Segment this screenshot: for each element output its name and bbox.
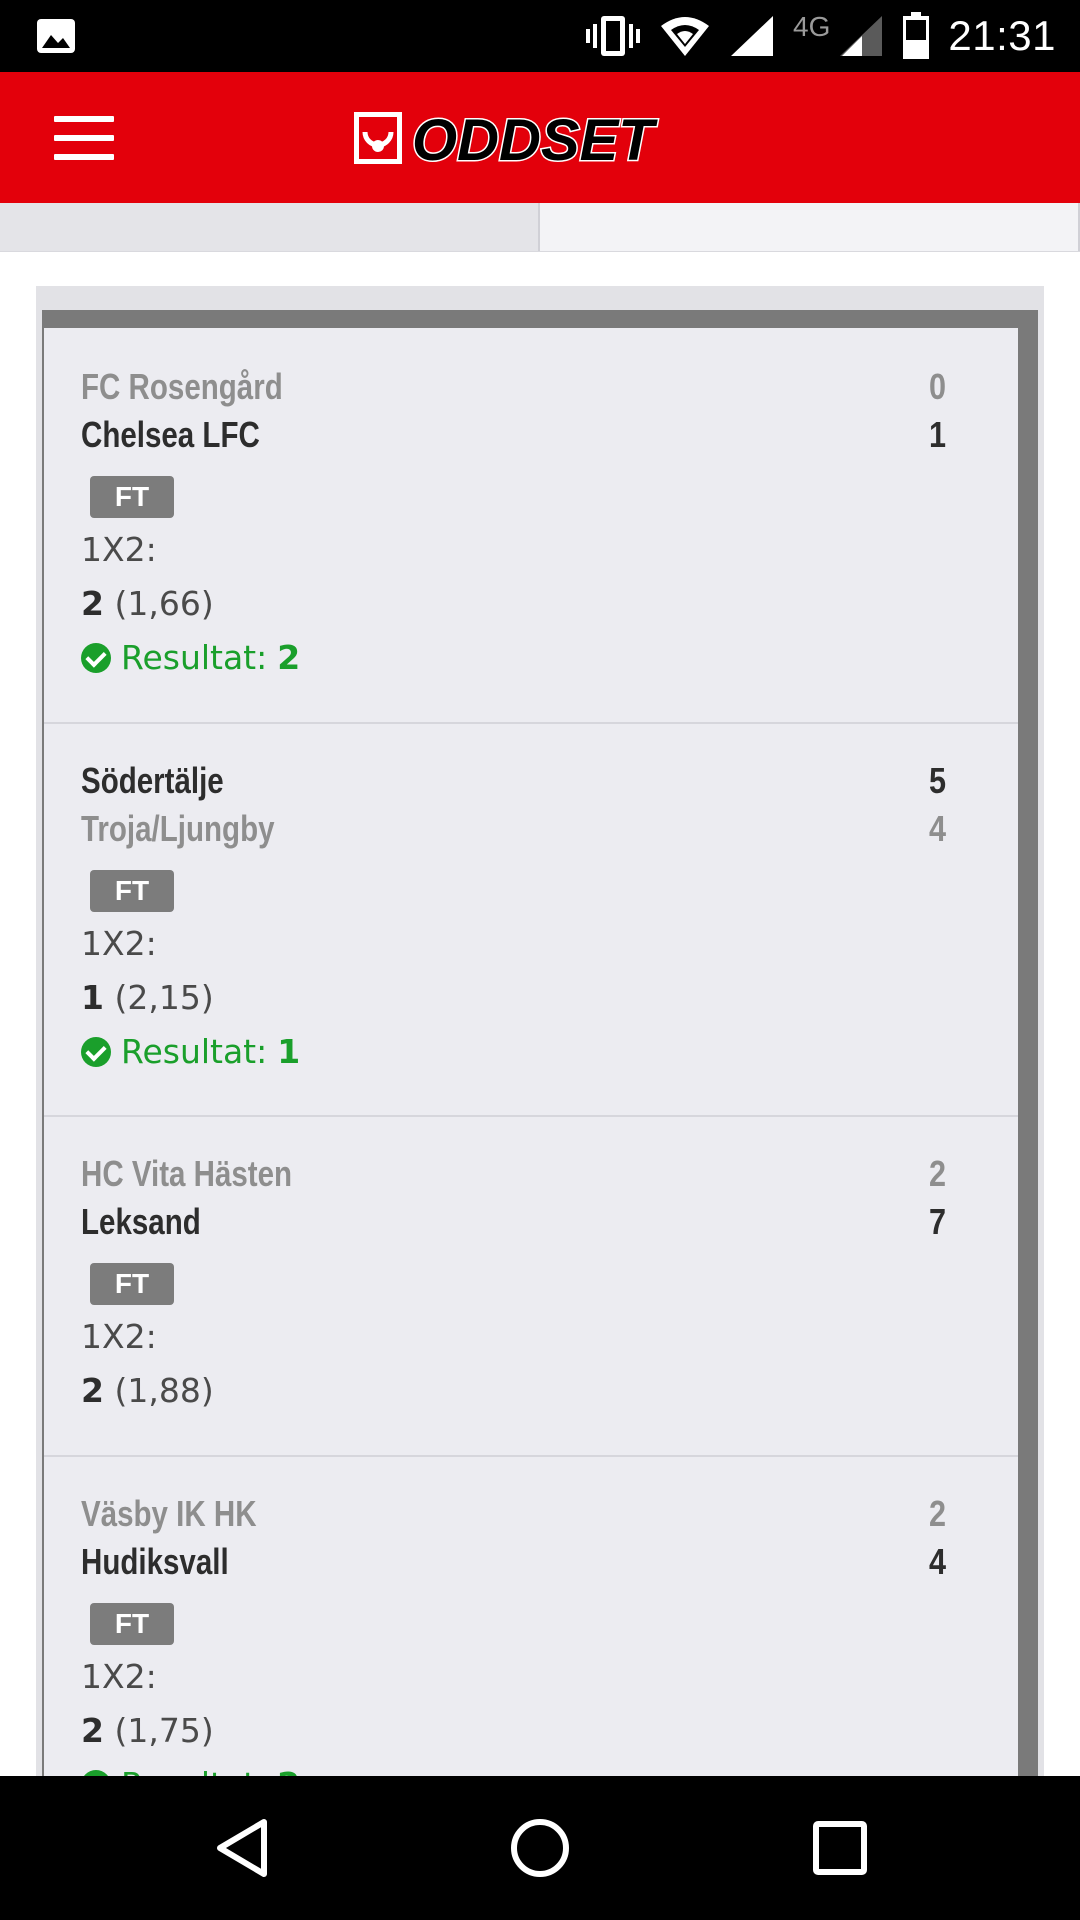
away-team: Chelsea LFC: [81, 414, 260, 455]
odds-value: (1,88): [114, 1371, 214, 1410]
app-header: ODDSET: [0, 72, 1080, 203]
pick-value: 2: [81, 1371, 104, 1410]
away-team: Leksand: [81, 1201, 201, 1242]
away-score: 7: [928, 1201, 946, 1242]
image-icon: [37, 19, 75, 53]
wifi-icon: [661, 17, 710, 56]
recents-icon[interactable]: [812, 1820, 868, 1876]
market-label: 1X2:: [81, 924, 157, 963]
match-row[interactable]: HC Vita Hästen 2 Leksand 7 FT 1X2: 2 (1,…: [44, 1115, 1018, 1455]
market-label: 1X2:: [81, 530, 157, 569]
tab-strip: [0, 203, 1080, 252]
bet-pick: 2 (1,66): [81, 584, 214, 623]
market-label: 1X2:: [81, 1657, 157, 1696]
away-score: 4: [928, 808, 946, 849]
signal-weak-icon: [840, 16, 883, 56]
home-score: 0: [928, 366, 946, 407]
tab-left[interactable]: [0, 203, 540, 251]
match-list: FC Rosengård 0 Chelsea LFC 1 FT 1X2: 2 (…: [44, 328, 1018, 1778]
away-score: 1: [928, 414, 946, 455]
odds-value: (2,15): [114, 978, 214, 1017]
match-row[interactable]: FC Rosengård 0 Chelsea LFC 1 FT 1X2: 2 (…: [44, 328, 1018, 722]
status-badge: FT: [90, 870, 174, 912]
back-icon[interactable]: [212, 1818, 272, 1878]
status-bar: 4G 21:31: [0, 0, 1080, 72]
pick-value: 2: [81, 584, 104, 623]
tab-right[interactable]: [540, 203, 1080, 251]
away-team: Troja/Ljungby: [81, 808, 275, 849]
result-value: 2: [277, 638, 301, 677]
status-badge: FT: [90, 1263, 174, 1305]
oddset-logo[interactable]: ODDSET: [352, 108, 728, 168]
market-label: 1X2:: [81, 1317, 157, 1356]
battery-icon: [903, 12, 930, 59]
pick-value: 2: [81, 1711, 104, 1750]
vibrate-icon: [586, 16, 641, 56]
pick-value: 1: [81, 978, 104, 1017]
bet-pick: 2 (1,88): [81, 1371, 214, 1410]
network-type-label: 4G: [793, 11, 831, 42]
home-team: Södertälje: [81, 760, 224, 801]
result-value: 1: [277, 1032, 301, 1071]
check-circle-icon: [81, 642, 111, 673]
result-label: Resultat:: [121, 1032, 268, 1071]
odds-value: (1,75): [114, 1711, 214, 1750]
status-badge: FT: [90, 476, 174, 518]
signal-icon: [731, 16, 774, 56]
home-team: Väsby IK HK: [81, 1493, 257, 1534]
status-badge: FT: [90, 1603, 174, 1645]
home-score: 2: [928, 1493, 946, 1534]
bet-pick: 1 (2,15): [81, 978, 214, 1017]
bet-pick: 2 (1,75): [81, 1711, 214, 1750]
result-line: Resultat: 1: [81, 1032, 300, 1071]
home-team: HC Vita Hästen: [81, 1153, 293, 1194]
clock: 21:31: [948, 12, 1056, 59]
home-score: 2: [928, 1153, 946, 1194]
menu-icon[interactable]: [54, 116, 114, 160]
away-team: Hudiksvall: [81, 1541, 229, 1582]
match-row[interactable]: Väsby IK HK 2 Hudiksvall 4 FT 1X2: 2 (1,…: [44, 1455, 1018, 1778]
home-icon[interactable]: [508, 1816, 572, 1880]
home-team: FC Rosengård: [81, 366, 283, 407]
result-line: Resultat: 2: [81, 638, 300, 677]
match-row[interactable]: Södertälje 5 Troja/Ljungby 4 FT 1X2: 1 (…: [44, 722, 1018, 1115]
odds-value: (1,66): [114, 584, 214, 623]
check-circle-icon: [81, 1036, 111, 1067]
away-score: 4: [928, 1541, 946, 1582]
svg-text:ODDSET: ODDSET: [412, 108, 658, 168]
result-label: Resultat:: [121, 638, 268, 677]
system-nav-bar: [0, 1776, 1080, 1920]
home-score: 5: [928, 760, 946, 801]
